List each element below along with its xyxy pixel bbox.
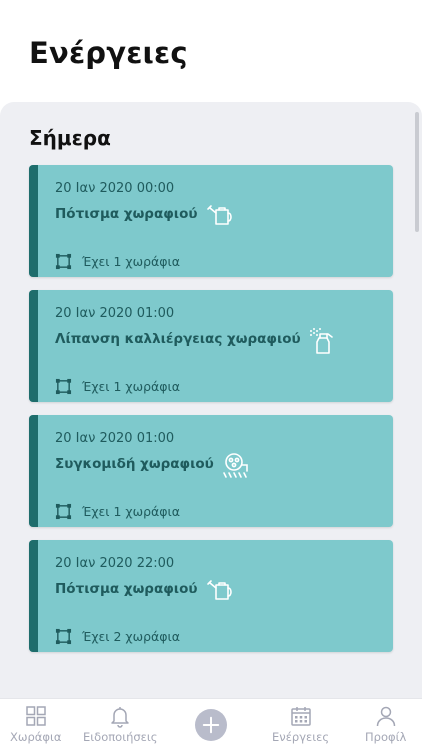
fields-count-text: Έχει 1 χωράφια	[82, 254, 181, 269]
action-card[interactable]: 20 Ιαν 2020 01:00 Συγκομιδή χωραφιού Έχε…	[29, 415, 393, 527]
fields-count-row: Έχει 1 χωράφια	[55, 253, 180, 270]
harvester-icon	[223, 453, 248, 478]
action-title: Πότισμα χωραφιού	[55, 581, 198, 597]
action-title: Συγκομιδή χωραφιού	[55, 456, 214, 472]
fields-count-text: Έχει 1 χωράφια	[82, 379, 181, 394]
field-area-icon	[55, 253, 72, 270]
screen: Ενέργειες Σήμερα 20 Ιαν 2020 00:00 Πότισ…	[0, 0, 422, 750]
tab-label: Χωράφια	[10, 730, 62, 744]
card-accent-bar	[29, 540, 38, 652]
section-title: Σήμερα	[29, 126, 111, 150]
action-card[interactable]: 20 Ιαν 2020 00:00 Πότισμα χωραφιού Έχει …	[29, 165, 393, 277]
user-icon	[376, 706, 395, 727]
tab-label: Προφίλ	[365, 730, 407, 744]
tab-profile[interactable]: Προφίλ	[365, 704, 406, 744]
action-date: 20 Ιαν 2020 00:00	[55, 181, 175, 196]
watering-can-icon	[207, 205, 232, 225]
field-area-icon	[55, 503, 72, 520]
grid-icon	[25, 706, 46, 726]
page-title: Ενέργειες	[29, 36, 188, 70]
card-accent-bar	[29, 165, 38, 277]
action-title: Πότισμα χωραφιού	[55, 206, 198, 222]
action-date: 20 Ιαν 2020 01:00	[55, 431, 175, 446]
card-accent-bar	[29, 290, 38, 402]
fields-count-row: Έχει 1 χωράφια	[55, 503, 180, 520]
fields-count-text: Έχει 1 χωράφια	[82, 504, 181, 519]
tab-actions[interactable]: Ενέργειες	[272, 704, 329, 744]
action-date: 20 Ιαν 2020 22:00	[55, 556, 175, 571]
plus-icon	[202, 716, 220, 734]
tab-fields[interactable]: Χωράφια	[10, 704, 61, 744]
calendar-icon	[290, 707, 311, 726]
action-card[interactable]: 20 Ιαν 2020 01:00 Λίπανση καλλιέργειας χ…	[29, 290, 393, 402]
bell-icon	[111, 707, 129, 728]
add-action-button[interactable]	[195, 709, 227, 741]
action-date: 20 Ιαν 2020 01:00	[55, 306, 175, 321]
scrollbar[interactable]	[415, 112, 419, 232]
card-accent-bar	[29, 415, 38, 527]
spray-bottle-icon	[310, 328, 333, 354]
field-area-icon	[55, 628, 72, 645]
tab-label: Ειδοποιήσεις	[83, 730, 158, 744]
action-title: Λίπανση καλλιέργειας χωραφιού	[55, 331, 301, 347]
fields-count-row: Έχει 2 χωράφια	[55, 628, 180, 645]
actions-panel: Σήμερα 20 Ιαν 2020 00:00 Πότισμα χωραφιο…	[0, 102, 422, 698]
tab-notifications[interactable]: Ειδοποιήσεις	[83, 704, 158, 744]
tab-bar: Χωράφια Ειδοποιήσεις Ενέργειες Προφίλ	[0, 698, 422, 750]
tab-label: Ενέργειες	[272, 730, 330, 744]
fields-count-row: Έχει 1 χωράφια	[55, 378, 180, 395]
watering-can-icon	[207, 580, 232, 600]
field-area-icon	[55, 378, 72, 395]
action-list: 20 Ιαν 2020 00:00 Πότισμα χωραφιού Έχει …	[29, 165, 393, 665]
action-card[interactable]: 20 Ιαν 2020 22:00 Πότισμα χωραφιού Έχει …	[29, 540, 393, 652]
fields-count-text: Έχει 2 χωράφια	[82, 629, 181, 644]
